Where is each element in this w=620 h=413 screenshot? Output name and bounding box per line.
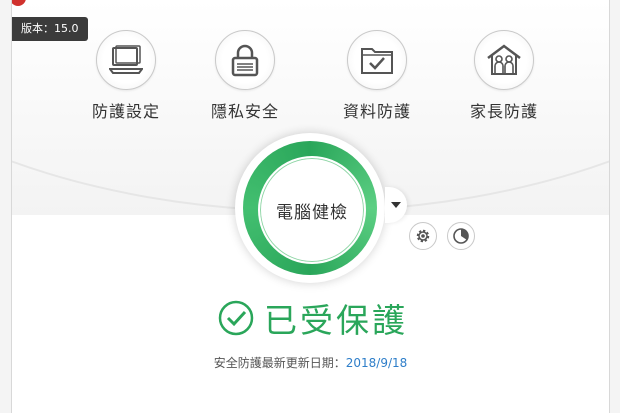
feature-label: 隱私安全 <box>210 102 279 121</box>
family-house-icon <box>474 30 534 90</box>
gear-icon <box>416 229 430 243</box>
pie-history-icon <box>453 228 469 244</box>
caret-down-icon <box>391 202 401 208</box>
check-circle-icon <box>218 300 254 336</box>
feature-label: 防護設定 <box>91 102 160 121</box>
settings-button[interactable] <box>409 222 437 250</box>
status-text: 已受保護 <box>264 301 408 340</box>
feature-parental-control[interactable]: 家長防護 <box>449 30 559 122</box>
history-button[interactable] <box>447 222 475 250</box>
app-window: 版本：15.0 防護設定 隱私安全 資料防護 家長防護 電腦健檢 已受保護 安全… <box>11 0 610 413</box>
scan-button[interactable]: 電腦健檢 <box>258 156 366 264</box>
feature-label: 資料防護 <box>342 102 411 121</box>
update-info: 安全防護最新更新日期：2018/9/18 <box>12 354 609 371</box>
folder-check-icon <box>347 30 407 90</box>
feature-protection-settings[interactable]: 防護設定 <box>71 30 181 122</box>
update-label: 安全防護最新更新日期： <box>213 356 346 370</box>
lock-icon <box>215 30 275 90</box>
feature-label: 家長防護 <box>469 102 538 121</box>
feature-data-protection[interactable]: 資料防護 <box>322 30 432 122</box>
protection-status: 已受保護 <box>218 296 408 340</box>
update-date[interactable]: 2018/9/18 <box>346 356 408 370</box>
scan-widget: 電腦健檢 <box>235 133 385 283</box>
feature-privacy[interactable]: 隱私安全 <box>190 30 300 122</box>
laptop-icon <box>96 30 156 90</box>
